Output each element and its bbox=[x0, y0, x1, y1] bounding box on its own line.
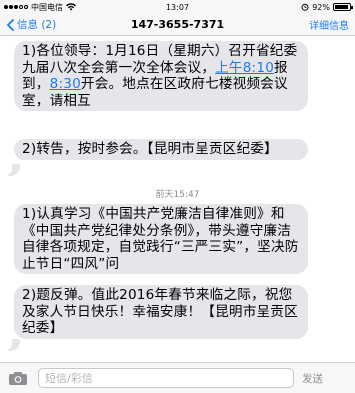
nav-bar: 信息 (2) 147-3655-7371 详细信息 bbox=[0, 14, 355, 36]
message-input[interactable]: 短信/彩信 bbox=[38, 368, 294, 388]
camera-button[interactable] bbox=[6, 369, 30, 387]
message-input-placeholder: 短信/彩信 bbox=[45, 372, 93, 385]
chevron-left-icon bbox=[6, 18, 14, 31]
message-timestamp: 前天15:47 bbox=[155, 190, 200, 200]
bubble-tail bbox=[2, 339, 20, 351]
alarm-icon bbox=[301, 3, 309, 11]
message-bubble[interactable]: 2)题反弹。值此2016年春节来临之际，祝您及家人节日快乐！幸福安康！【昆明市呈… bbox=[14, 285, 308, 339]
message-text: 2)转告，按时参会。【昆明市呈贡区纪委】 bbox=[22, 141, 278, 157]
status-right: 92% bbox=[301, 2, 353, 12]
message-text: 2)题反弹。值此2016年春节来临之际，祝您及家人节日快乐！幸福安康！【昆明市呈… bbox=[22, 287, 298, 336]
time-link[interactable]: 上午8:10 bbox=[215, 60, 274, 76]
details-button[interactable]: 详细信息 bbox=[309, 17, 349, 32]
message-text: 1)认真学习《中国共产党廉洁自律准则》和《中国共产党纪律处分条例》，带头遵守廉洁… bbox=[22, 206, 299, 272]
message-thread[interactable]: 1)各位领导：1月16日（星期六）召开省纪委九届八次全会第一次全体会议，上午8:… bbox=[0, 37, 355, 361]
message-bubble[interactable]: 1)认真学习《中国共产党廉洁自律准则》和《中国共产党纪律处分条例》，带头遵守廉洁… bbox=[14, 204, 308, 274]
message-bubble[interactable]: 2)转告，按时参会。【昆明市呈贡区纪委】 bbox=[14, 139, 308, 160]
battery-icon bbox=[333, 3, 353, 11]
message-bubble[interactable]: 1)各位领导：1月16日（星期六）召开省纪委九届八次全会第一次全体会议，上午8:… bbox=[14, 41, 308, 111]
wifi-icon bbox=[66, 3, 76, 11]
bubble-tail bbox=[2, 164, 20, 176]
status-bar: 中国电信 13:07 92% bbox=[0, 0, 355, 14]
back-label: 信息 (2) bbox=[17, 19, 57, 31]
back-button[interactable]: 信息 (2) bbox=[6, 17, 56, 32]
signal-strength-icon bbox=[4, 5, 28, 9]
input-bar: 短信/彩信 发送 bbox=[0, 362, 355, 393]
camera-icon bbox=[9, 371, 27, 385]
carrier-name: 中国电信 bbox=[31, 2, 63, 12]
time-link[interactable]: 8:30 bbox=[50, 76, 81, 92]
send-button[interactable]: 发送 bbox=[302, 371, 323, 386]
battery-percent: 92% bbox=[312, 2, 330, 12]
status-left: 中国电信 bbox=[4, 2, 76, 13]
